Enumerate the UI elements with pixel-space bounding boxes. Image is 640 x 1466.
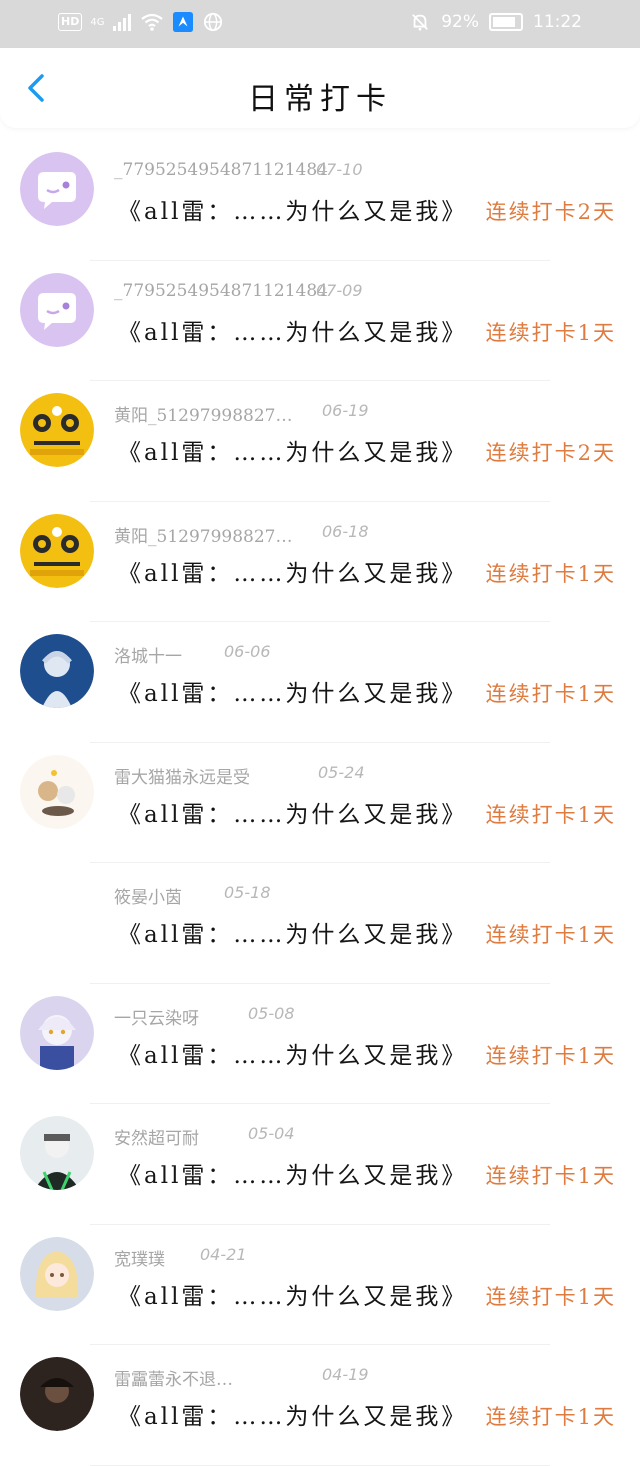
- avatar[interactable]: [20, 754, 94, 829]
- avatar[interactable]: [20, 393, 94, 467]
- checkin-row[interactable]: 宽璞璞 04-21 《all雷：……为什么又是我》 连续打卡1天: [0, 1225, 640, 1345]
- checkin-row[interactable]: 雷大猫猫永远是受 05-24 《all雷：……为什么又是我》 连续打卡1天: [0, 743, 640, 863]
- checkin-row[interactable]: 洛城十一 06-06 《all雷：……为什么又是我》 连续打卡1天: [0, 622, 640, 743]
- streak-label: 连续打卡2天: [485, 441, 616, 465]
- avatar[interactable]: [20, 1236, 94, 1311]
- checkin-row[interactable]: 雷靁蕾永不退… 04-19 《all雷：……为什么又是我》 连续打卡1天: [0, 1345, 640, 1466]
- book-title[interactable]: 《all雷：……为什么又是我》: [118, 1036, 467, 1070]
- user-name[interactable]: 黄阳_51297998827…: [114, 401, 292, 426]
- streak-label: 连续打卡1天: [485, 1043, 616, 1068]
- streak-label: 连续打卡1天: [485, 923, 616, 947]
- user-name[interactable]: 宽璞璞: [114, 1245, 165, 1270]
- book-title[interactable]: 《all雷：……为什么又是我》: [118, 915, 467, 949]
- avatar[interactable]: [20, 1357, 94, 1431]
- book-title[interactable]: 《all雷：……为什么又是我》: [118, 1397, 467, 1431]
- book-title[interactable]: 《all雷：……为什么又是我》: [118, 674, 467, 708]
- checkin-date: 06-06: [224, 642, 271, 661]
- user-name[interactable]: 一只云染呀: [114, 1004, 199, 1029]
- hd-badge: HD: [58, 13, 83, 31]
- streak-label: 连续打卡1天: [485, 682, 616, 706]
- avatar[interactable]: [20, 875, 94, 949]
- signal-icon: [113, 14, 132, 31]
- avatar[interactable]: [20, 513, 94, 588]
- user-name[interactable]: 黄阳_51297998827…: [114, 522, 292, 547]
- checkin-date: 05-18: [224, 883, 271, 902]
- book-title[interactable]: 《all雷：……为什么又是我》: [118, 313, 467, 347]
- checkin-date: 05-24: [318, 762, 365, 782]
- mute-bell-icon: [412, 14, 429, 31]
- checkin-date: 05-08: [248, 1003, 295, 1023]
- checkin-row[interactable]: 一只云染呀 05-08 《all雷：……为什么又是我》 连续打卡1天: [0, 984, 640, 1104]
- app-notification-icon: [173, 12, 194, 32]
- book-title[interactable]: 《all雷：……为什么又是我》: [118, 433, 467, 467]
- wifi-icon: [141, 13, 164, 31]
- checkin-date: 07-09: [316, 280, 363, 300]
- status-right: 92% 11:22: [409, 12, 582, 32]
- battery-fill: [493, 17, 516, 27]
- checkin-date: 04-21: [200, 1244, 247, 1264]
- row-divider: [90, 1464, 550, 1466]
- book-title[interactable]: 《all雷：……为什么又是我》: [118, 1156, 467, 1190]
- checkin-row[interactable]: 黄阳_51297998827… 06-18 《all雷：……为什么又是我》 连续打卡1…: [0, 502, 640, 622]
- checkin-date: 04-19: [322, 1365, 369, 1384]
- streak-label: 连续打卡1天: [485, 561, 616, 586]
- streak-label: 连续打卡1天: [485, 1284, 616, 1309]
- checkin-row[interactable]: 安然超可耐 05-04 《all雷：……为什么又是我》 连续打卡1天: [0, 1104, 640, 1225]
- clock: 11:22: [533, 12, 582, 32]
- user-name[interactable]: _7795254954871121484: [114, 160, 328, 180]
- checkin-row[interactable]: 筱晏小茵 05-18 《all雷：……为什么又是我》 连续打卡1天: [0, 863, 640, 984]
- network-label: 4G: [90, 16, 105, 28]
- streak-label: 连续打卡1天: [485, 802, 616, 827]
- user-name[interactable]: 洛城十一: [114, 642, 182, 667]
- checkin-date: 06-18: [322, 521, 369, 541]
- user-name[interactable]: 安然超可耐: [114, 1124, 199, 1149]
- avatar[interactable]: [20, 634, 94, 708]
- app-header: 日常打卡: [0, 48, 640, 128]
- avatar[interactable]: [20, 152, 94, 226]
- streak-label: 连续打卡1天: [485, 320, 616, 345]
- checkin-date: 06-19: [322, 401, 369, 420]
- user-name[interactable]: 雷靁蕾永不退…: [114, 1365, 233, 1390]
- checkin-date: 07-10: [316, 160, 363, 179]
- streak-label: 连续打卡2天: [485, 200, 616, 224]
- user-name[interactable]: 筱晏小茵: [114, 883, 182, 908]
- avatar[interactable]: [20, 272, 94, 347]
- status-left: HD 4G: [58, 12, 224, 32]
- book-title[interactable]: 《all雷：……为什么又是我》: [118, 192, 467, 226]
- checkin-date: 05-04: [248, 1124, 295, 1143]
- streak-label: 连续打卡1天: [485, 1164, 616, 1188]
- user-name[interactable]: 雷大猫猫永远是受: [114, 763, 250, 788]
- page-title: 日常打卡: [248, 82, 392, 117]
- globe-icon: [204, 12, 223, 32]
- checkin-row[interactable]: 黄阳_51297998827… 06-19 《all雷：……为什么又是我》 连续打卡2…: [0, 381, 640, 502]
- avatar[interactable]: [20, 995, 94, 1070]
- book-title[interactable]: 《all雷：……为什么又是我》: [118, 554, 467, 588]
- checkin-list: _7795254954871121484 07-10 《all雷：……为什么又是我》…: [0, 140, 640, 1466]
- book-title[interactable]: 《all雷：……为什么又是我》: [118, 1277, 467, 1311]
- battery-icon: [489, 13, 523, 31]
- checkin-row[interactable]: _7795254954871121484 07-10 《all雷：……为什么又是我》…: [0, 140, 640, 261]
- status-bar: HD 4G 92% 11:22: [0, 0, 640, 48]
- battery-percent: 92%: [441, 12, 479, 32]
- checkin-row[interactable]: _7795254954871121484 07-09 《all雷：……为什么又是我》…: [0, 261, 640, 381]
- streak-label: 连续打卡1天: [485, 1405, 616, 1429]
- user-name[interactable]: _7795254954871121484: [114, 281, 328, 301]
- avatar[interactable]: [20, 1116, 94, 1190]
- book-title[interactable]: 《all雷：……为什么又是我》: [118, 795, 467, 829]
